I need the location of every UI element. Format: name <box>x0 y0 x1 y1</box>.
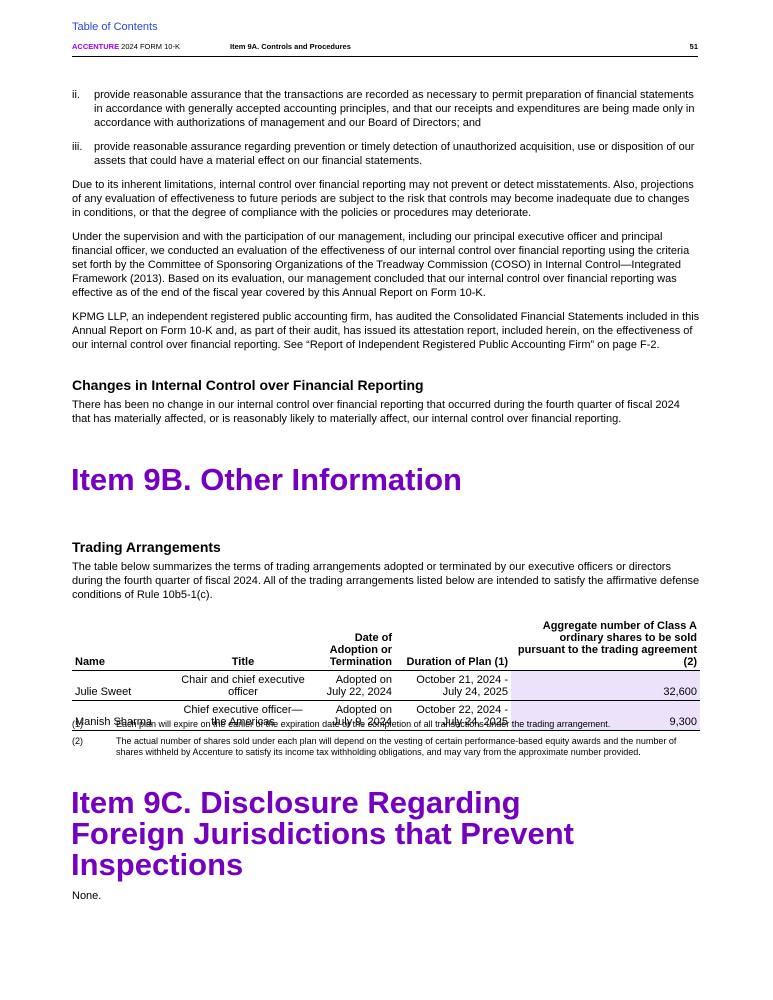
column-header-title: Title <box>173 620 313 671</box>
cell-title: Chair and chief executive officer <box>173 670 313 701</box>
footnote: (2) The actual number of shares sold und… <box>72 736 700 758</box>
column-header-date: Date of Adoption or Termination <box>313 620 395 671</box>
list-item: ii. provide reasonable assurance that th… <box>72 88 700 130</box>
paragraph-evaluation: Under the supervision and with the parti… <box>72 231 690 299</box>
footnote: (1) Each plan will expire on the earlier… <box>72 719 700 730</box>
table-header-row: Name Title Date of Adoption or Terminati… <box>72 620 700 671</box>
list-item-text: provide reasonable assurance regarding p… <box>94 141 695 167</box>
footnote-mark: (2) <box>72 736 83 746</box>
item-9c-title: Item 9C. Disclosure Regarding Foreign Ju… <box>71 785 574 882</box>
list-item-text: provide reasonable assurance that the tr… <box>94 89 695 129</box>
column-header-aggregate: Aggregate number of Class A ordinary sha… <box>511 620 700 671</box>
cell-aggregate: 32,600 <box>511 670 700 701</box>
page-number: 51 <box>689 42 698 51</box>
changes-heading: Changes in Internal Control over Financi… <box>72 377 424 393</box>
footnote-mark: (1) <box>72 719 83 729</box>
table-row: Julie Sweet Chair and chief executive of… <box>72 670 700 701</box>
table-of-contents-link[interactable]: Table of Contents <box>72 21 158 33</box>
list-marker: iii. <box>72 141 83 153</box>
column-header-name: Name <box>72 620 173 671</box>
trading-arrangements-table: Name Title Date of Adoption or Terminati… <box>72 620 700 731</box>
paragraph-kpmg: KPMG LLP, an independent registered publ… <box>72 311 700 351</box>
column-header-duration: Duration of Plan (1) <box>395 620 511 671</box>
trading-arrangements-heading: Trading Arrangements <box>72 539 221 555</box>
cell-date: Adopted on July 22, 2024 <box>313 670 395 701</box>
form-label: 2024 FORM 10-K <box>119 42 180 51</box>
section-label: Item 9A. Controls and Procedures <box>230 42 351 51</box>
paragraph-limitations: Due to its inherent limitations, interna… <box>72 179 694 219</box>
cell-name: Julie Sweet <box>72 670 173 701</box>
running-header: ACCENTURE 2024 FORM 10-K Item 9A. Contro… <box>72 42 698 57</box>
changes-paragraph: There has been no change in our internal… <box>72 399 680 425</box>
list-item: iii. provide reasonable assurance regard… <box>72 140 700 168</box>
list-marker: ii. <box>72 89 80 101</box>
item-9c-body: None. <box>72 890 102 902</box>
footnotes: (1) Each plan will expire on the earlier… <box>72 719 700 764</box>
trading-intro-paragraph: The table below summarizes the terms of … <box>72 561 700 601</box>
company-name: ACCENTURE <box>72 42 120 51</box>
main-content: ii. provide reasonable assurance that th… <box>72 88 700 362</box>
footnote-text: The actual number of shares sold under e… <box>116 736 677 757</box>
cell-duration: October 21, 2024 - July 24, 2025 <box>395 670 511 701</box>
item-9b-title: Item 9B. Other Information <box>71 462 462 497</box>
footnote-text: Each plan will expire on the earlier of … <box>116 719 611 729</box>
